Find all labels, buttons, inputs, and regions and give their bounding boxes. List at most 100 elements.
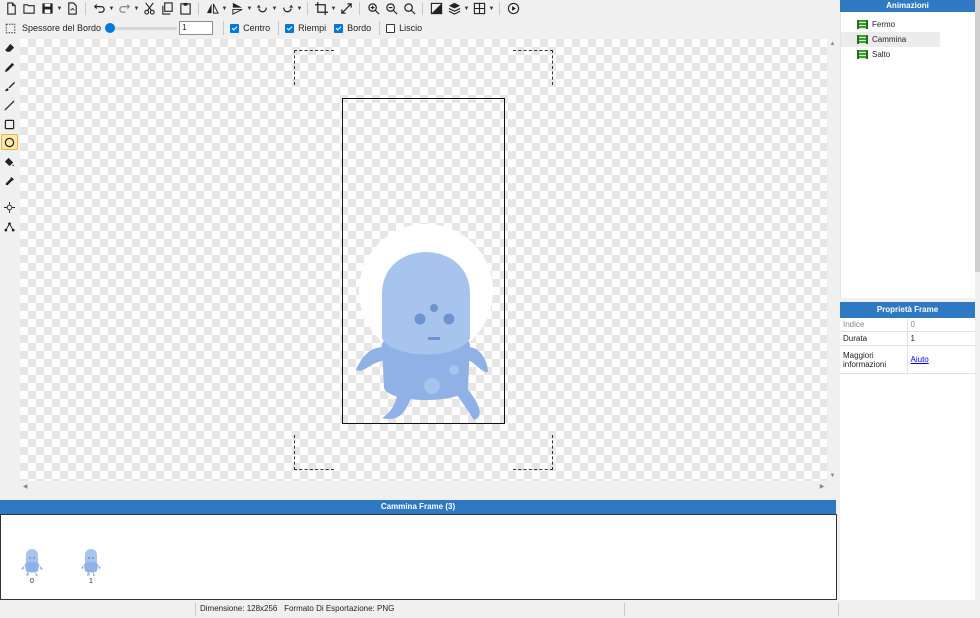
animation-item-cammina[interactable]: Cammina <box>841 32 940 47</box>
scroll-down-arrow[interactable]: ▼ <box>827 471 838 481</box>
redo-icon[interactable] <box>115 1 133 17</box>
animation-label: Cammina <box>872 35 907 44</box>
eyedropper-icon[interactable] <box>1 173 18 189</box>
smooth-checkbox[interactable]: Liscio <box>386 23 422 33</box>
right-panel-scrollbar-track <box>975 272 980 618</box>
help-link[interactable]: Aiuto <box>911 355 929 364</box>
center-checkbox[interactable]: Centro <box>230 23 270 33</box>
crop-corner-bottom-left[interactable] <box>294 435 334 470</box>
toolbar-divider <box>307 2 308 15</box>
scroll-right-arrow[interactable]: ▶ <box>817 481 827 493</box>
crop-icon[interactable] <box>312 1 330 17</box>
toolbar-divider <box>198 2 199 15</box>
copy-icon[interactable] <box>158 1 176 17</box>
animation-item-salto[interactable]: Salto <box>841 47 940 62</box>
frames-strip-header: Cammina Frame (3) <box>0 500 836 514</box>
animations-list: Fermo Cammina Salto <box>840 12 975 298</box>
bucket-fill-icon[interactable] <box>1 154 18 170</box>
move-point-icon[interactable] <box>1 199 18 215</box>
crop-dropdown-caret[interactable]: ▼ <box>330 1 337 17</box>
pencil-icon[interactable] <box>1 59 18 75</box>
save-icon[interactable] <box>38 1 56 17</box>
options-divider <box>223 21 225 35</box>
border-thickness-slider[interactable] <box>105 23 178 33</box>
eraser-icon[interactable] <box>1 40 18 56</box>
frame-properties-table: Indice 0 Durata 1 Maggiori informazioni … <box>840 318 975 374</box>
rotate-right-icon[interactable] <box>278 1 296 17</box>
rotate-right-dropdown-caret[interactable]: ▼ <box>296 1 303 17</box>
line-icon[interactable] <box>1 97 18 113</box>
property-value: 0 <box>907 318 975 332</box>
canvas-vertical-scrollbar[interactable]: ▲ ▼ <box>827 39 838 481</box>
export-icon[interactable] <box>63 1 81 17</box>
grid-icon[interactable] <box>470 1 488 17</box>
open-folder-icon[interactable] <box>20 1 38 17</box>
new-file-icon[interactable] <box>2 1 20 17</box>
center-checkbox-label: Centro <box>243 23 271 33</box>
status-dimension: Dimensione: 128x256 Formato Di Esportazi… <box>200 604 394 613</box>
brush-icon[interactable] <box>1 78 18 94</box>
right-panel: Animazioni Fermo Cammina Salto Proprietà… <box>840 0 975 600</box>
flip-dropdown-caret[interactable]: ▼ <box>221 1 228 17</box>
flip-vertical-icon[interactable] <box>228 1 246 17</box>
zoom-out-icon[interactable] <box>382 1 400 17</box>
animation-filmstrip-icon <box>857 20 868 29</box>
crop-corner-top-left[interactable] <box>294 50 334 85</box>
border-thickness-label: Spessore del Bordo <box>22 23 102 33</box>
cut-icon[interactable] <box>140 1 158 17</box>
border-checkbox[interactable]: Bordo <box>334 23 371 33</box>
crop-corner-bottom-right[interactable] <box>513 435 553 470</box>
resize-icon[interactable] <box>337 1 355 17</box>
layers-dropdown-caret[interactable]: ▼ <box>463 1 470 17</box>
toolbar-divider <box>422 2 423 15</box>
fill-checkbox[interactable]: Riempi <box>285 23 326 33</box>
play-icon[interactable] <box>504 1 522 17</box>
scroll-up-arrow[interactable]: ▲ <box>827 39 838 49</box>
zoom-in-icon[interactable] <box>364 1 382 17</box>
rotate-left-icon[interactable] <box>253 1 271 17</box>
property-row: Indice 0 <box>840 318 975 332</box>
frames-strip: 0 1 <box>0 514 837 600</box>
property-value-input[interactable]: 1 <box>907 331 975 346</box>
color-adjust-icon[interactable] <box>427 1 445 17</box>
border-thickness-input[interactable]: 1 <box>179 21 214 35</box>
save-dropdown-caret[interactable]: ▼ <box>56 1 63 17</box>
flip-v-dropdown-caret[interactable]: ▼ <box>246 1 253 17</box>
right-panel-scrollbar[interactable] <box>975 0 980 272</box>
flip-horizontal-icon[interactable] <box>203 1 221 17</box>
toolbar-divider <box>85 2 86 15</box>
paste-icon[interactable] <box>176 1 194 17</box>
animation-item-fermo[interactable]: Fermo <box>841 17 940 32</box>
smooth-checkbox-box[interactable] <box>386 23 396 33</box>
undo-icon[interactable] <box>90 1 108 17</box>
redo-dropdown-caret[interactable]: ▼ <box>133 1 140 17</box>
rotate-left-dropdown-caret[interactable]: ▼ <box>271 1 278 17</box>
animations-header: Animazioni <box>840 0 975 12</box>
frame-thumbnail[interactable] <box>20 545 44 577</box>
selection-icon[interactable] <box>4 20 16 36</box>
crop-corner-top-right[interactable] <box>513 50 553 85</box>
scroll-left-arrow[interactable]: ◀ <box>20 481 30 493</box>
status-divider <box>195 603 196 616</box>
slider-thumb[interactable] <box>105 23 116 33</box>
grid-dropdown-caret[interactable]: ▼ <box>488 1 495 17</box>
node-icon[interactable] <box>1 218 18 234</box>
layers-icon[interactable] <box>445 1 463 17</box>
border-checkbox-box[interactable] <box>334 23 344 33</box>
zoom-reset-icon[interactable] <box>400 1 418 17</box>
frame-index-label: 1 <box>89 578 93 585</box>
canvas-horizontal-scrollbar[interactable]: ◀ ▶ <box>20 481 838 493</box>
ellipse-icon[interactable] <box>1 134 18 150</box>
tools-panel <box>0 39 20 493</box>
status-bar: Dimensione: 128x256 Formato Di Esportazi… <box>0 601 980 618</box>
center-checkbox-box[interactable] <box>230 23 240 33</box>
rectangle-icon[interactable] <box>1 116 18 132</box>
frame-thumbnail[interactable] <box>79 545 103 577</box>
fill-checkbox-box[interactable] <box>285 23 295 33</box>
property-key: Maggiori informazioni <box>840 345 908 374</box>
undo-dropdown-caret[interactable]: ▼ <box>108 1 115 17</box>
status-divider <box>624 603 625 616</box>
drawing-canvas[interactable] <box>20 39 827 481</box>
animation-filmstrip-icon <box>857 50 868 59</box>
fill-checkbox-label: Riempi <box>298 23 327 33</box>
